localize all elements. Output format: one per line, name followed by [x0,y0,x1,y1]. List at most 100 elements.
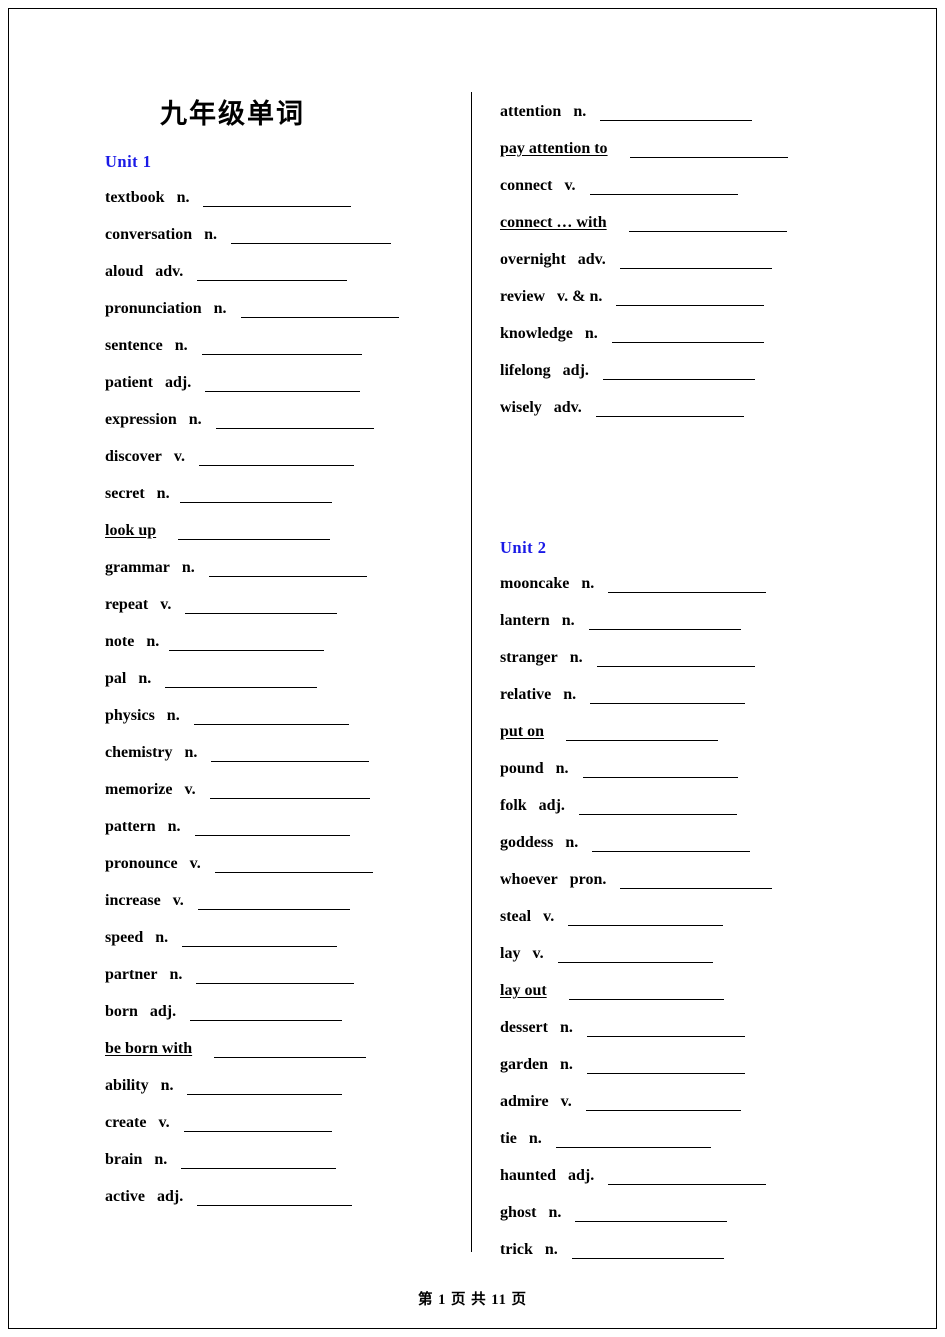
entry-part-of-speech: n. [555,760,569,777]
vocabulary-entry: active adj. [105,1188,353,1206]
vocabulary-entry: lantern n. [500,612,741,630]
word-list-columns: Unit 1 textbook n. conversation n. aloud adv. p… [0,0,945,1280]
answer-blank-line[interactable] [590,690,746,704]
vocabulary-entry: garden n. [500,1056,745,1074]
entry-part-of-speech: n. [584,325,598,342]
answer-blank-line[interactable] [203,193,352,207]
entry-part-of-speech: n. [565,834,579,851]
answer-blank-line[interactable] [201,341,362,355]
entry-word: steal [500,908,532,925]
answer-blank-line[interactable] [183,1118,332,1132]
vocabulary-entry: expression n. [105,411,374,429]
answer-blank-line[interactable] [585,1097,741,1111]
entry-part-of-speech: n. [169,966,183,983]
vocabulary-entry: pound n. [500,760,738,778]
answer-blank-line[interactable] [629,144,788,158]
answer-blank-line[interactable] [575,1208,728,1222]
answer-blank-line[interactable] [586,1060,745,1074]
answer-blank-line[interactable] [214,1044,367,1058]
answer-blank-line[interactable] [571,1245,724,1259]
answer-blank-line[interactable] [185,600,338,614]
entry-word: tie [500,1130,517,1147]
vocabulary-entry: pattern n. [105,818,350,836]
answer-blank-line[interactable] [231,230,392,244]
answer-blank-line[interactable] [193,711,349,725]
answer-blank-line[interactable] [197,1192,353,1206]
entry-part-of-speech: n. [581,575,595,592]
vocabulary-entry: speed n. [105,929,338,947]
entry-part-of-speech: v. [543,908,555,925]
answer-blank-line[interactable] [589,181,738,195]
vocabulary-entry: pal n. [105,670,318,688]
answer-blank-line[interactable] [214,859,373,873]
entry-part-of-speech: n. [548,1204,562,1221]
entry-word: relative [500,686,552,703]
answer-blank-line[interactable] [196,970,355,984]
answer-blank-line[interactable] [582,764,738,778]
answer-blank-line[interactable] [555,1134,711,1148]
answer-blank-line[interactable] [179,489,332,503]
answer-blank-line[interactable] [197,267,348,281]
answer-blank-line[interactable] [588,616,741,630]
answer-blank-line[interactable] [215,415,374,429]
entry-part-of-speech: n. [154,1151,168,1168]
answer-blank-line[interactable] [568,986,724,1000]
answer-blank-line[interactable] [190,1007,343,1021]
answer-blank-line[interactable] [600,107,753,121]
answer-blank-line[interactable] [178,526,331,540]
entry-word: trick [500,1241,533,1258]
vocabulary-entry: patient adj. [105,374,361,392]
answer-blank-line[interactable] [165,674,318,688]
vocabulary-entry: aloud adv. [105,263,348,281]
answer-blank-line[interactable] [205,378,361,392]
entry-word: connect … with [500,214,607,231]
entry-part-of-speech: n. [174,337,188,354]
entry-part-of-speech: n. [544,1241,558,1258]
answer-blank-line[interactable] [628,218,787,232]
entry-word: admire [500,1093,549,1110]
entry-word: born [105,1003,138,1020]
answer-blank-line[interactable] [568,912,724,926]
vocabulary-entry: increase v. [105,892,350,910]
answer-blank-line[interactable] [209,785,370,799]
answer-blank-line[interactable] [194,822,350,836]
answer-blank-line[interactable] [619,255,772,269]
entry-word: stranger [500,649,558,666]
entry-word: note [105,633,135,650]
entry-word: repeat [105,596,149,613]
entry-word: aloud [105,263,144,280]
answer-blank-line[interactable] [169,637,325,651]
answer-blank-line[interactable] [608,579,767,593]
answer-blank-line[interactable] [616,292,765,306]
answer-blank-line[interactable] [596,653,755,667]
entry-part-of-speech: adj. [562,362,589,379]
unit-heading: Unit 1 [105,152,152,171]
answer-blank-line[interactable] [208,563,367,577]
answer-blank-line[interactable] [595,403,744,417]
entry-word: conversation [105,226,193,243]
vocabulary-entry: physics n. [105,707,349,725]
entry-word: sentence [105,337,163,354]
answer-blank-line[interactable] [586,1023,745,1037]
entry-word: review [500,288,546,305]
answer-blank-line[interactable] [181,1155,337,1169]
answer-blank-line[interactable] [197,896,350,910]
answer-blank-line[interactable] [602,366,755,380]
entry-word: brain [105,1151,143,1168]
answer-blank-line[interactable] [211,748,370,762]
answer-blank-line[interactable] [578,801,737,815]
answer-blank-line[interactable] [557,949,713,963]
entry-word: dessert [500,1019,548,1036]
answer-blank-line[interactable] [620,875,773,889]
answer-blank-line[interactable] [182,933,338,947]
entry-part-of-speech: n. [166,707,180,724]
vocabulary-entry: partner n. [105,966,355,984]
answer-blank-line[interactable] [187,1081,343,1095]
answer-blank-line[interactable] [611,329,764,343]
answer-blank-line[interactable] [240,304,399,318]
answer-blank-line[interactable] [608,1171,767,1185]
vocabulary-entry: steal v. [500,908,724,926]
answer-blank-line[interactable] [199,452,354,466]
answer-blank-line[interactable] [592,838,751,852]
answer-blank-line[interactable] [566,727,719,741]
